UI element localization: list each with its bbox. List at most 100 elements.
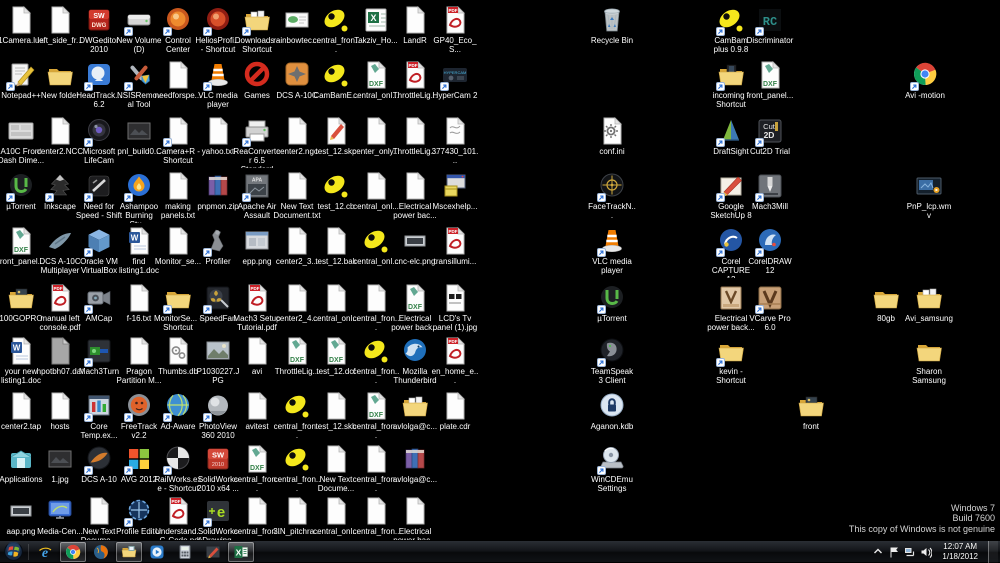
desktop-icon[interactable]: conf.ini bbox=[588, 117, 636, 157]
desktop-icon[interactable]: VCarve Pro 6.0 bbox=[746, 284, 794, 333]
desktop-icon[interactable]: Recycle Bin bbox=[588, 6, 636, 46]
doc-icon bbox=[163, 172, 193, 202]
corelcap-icon bbox=[716, 227, 746, 257]
railworks-icon bbox=[163, 445, 193, 475]
desktop-icon[interactable]: 80gb bbox=[862, 284, 910, 324]
desktop-icon-label: 80gb bbox=[877, 315, 895, 323]
show-desktop-button[interactable] bbox=[988, 540, 998, 563]
vlc-icon bbox=[203, 61, 233, 91]
desktop-icon[interactable]: PnP_lcp.wmv bbox=[905, 172, 953, 221]
shortcut-arrow-icon bbox=[84, 413, 93, 422]
taskbar-item-firefox[interactable] bbox=[88, 542, 114, 562]
desktop-icon[interactable]: VLC media player bbox=[588, 227, 636, 276]
desktop-icon[interactable]: Avi_samsung bbox=[905, 284, 953, 324]
desktop-icon[interactable]: 377430_101... bbox=[431, 117, 479, 166]
sketchup-icon bbox=[716, 172, 746, 202]
shortcut-arrow-icon bbox=[203, 305, 212, 314]
desktop-icon[interactable]: Mscexhelp... bbox=[431, 172, 479, 212]
desktop-icon[interactable]: PDF GP40_Eco_S... bbox=[431, 6, 479, 55]
svg-text:2D: 2D bbox=[764, 130, 775, 140]
dxf-icon: DXF bbox=[242, 445, 272, 475]
word-icon: W bbox=[124, 227, 154, 257]
drive-icon bbox=[124, 6, 154, 36]
desktop-icon[interactable]: front bbox=[787, 392, 835, 432]
desktop-icon[interactable]: Cut 2D Cut2D Trial bbox=[746, 117, 794, 157]
taskbar-item-calculator[interactable] bbox=[172, 542, 198, 562]
desktop-icon[interactable]: kevin - Shortcut bbox=[707, 337, 755, 386]
profedit-icon bbox=[124, 497, 154, 527]
doc-icon bbox=[361, 284, 391, 314]
imgsketch-icon bbox=[440, 117, 470, 147]
doc-icon bbox=[282, 497, 312, 527]
desktop-icon-label: Recycle Bin bbox=[590, 37, 634, 45]
desktop-icon[interactable]: Aganon.kdb bbox=[588, 392, 636, 432]
taskbar-item-media-player[interactable] bbox=[144, 542, 170, 562]
doc-icon bbox=[242, 497, 272, 527]
desktop-icon[interactable]: LCD's Tv panel (1).jpg bbox=[431, 284, 479, 333]
unpack-icon bbox=[440, 172, 470, 202]
desktop-icon-label: µTorrent bbox=[597, 315, 627, 323]
desktop-icon[interactable]: WinCDEmu Settings bbox=[588, 445, 636, 494]
photoview-icon bbox=[203, 392, 233, 422]
tray-show-hidden-icon[interactable] bbox=[871, 545, 884, 558]
windows7-desktop: { "desktop": { "background_color": "#000… bbox=[0, 0, 1000, 563]
desktop-icon[interactable]: RC Discriminator bbox=[746, 6, 794, 46]
doc-icon bbox=[242, 337, 272, 367]
shortcut-arrow-icon bbox=[716, 82, 725, 91]
dxf-icon: DXF bbox=[361, 392, 391, 422]
desktop-icon[interactable]: Sharon Samsung bbox=[905, 337, 953, 386]
desktop-icon[interactable]: µTorrent bbox=[588, 284, 636, 324]
dxf-icon: DXF bbox=[282, 337, 312, 367]
desktop-icon[interactable]: CorelDRAW 12 bbox=[746, 227, 794, 276]
shortcut-arrow-icon bbox=[597, 193, 606, 202]
shortcut-arrow-icon bbox=[242, 27, 251, 36]
desktop-icon[interactable]: FaceTrackN... bbox=[588, 172, 636, 221]
svg-text:DXF: DXF bbox=[14, 247, 29, 254]
tray-volume-icon[interactable] bbox=[919, 545, 933, 558]
imggrey-icon bbox=[242, 227, 272, 257]
coreldraw-icon bbox=[755, 227, 785, 257]
doc-icon bbox=[45, 6, 75, 36]
desktop-icon[interactable]: DXF front_panel... bbox=[746, 61, 794, 101]
folder-icon bbox=[716, 337, 746, 367]
desktop-icon[interactable]: HYPERCAM HyperCam 2 bbox=[431, 61, 479, 101]
desktop-icon[interactable]: Electrical power bac... bbox=[391, 497, 439, 546]
inkscape-icon bbox=[45, 172, 75, 202]
dcsround-icon bbox=[84, 445, 114, 475]
shortcut-arrow-icon bbox=[84, 138, 93, 147]
taskbar-item-sketchup[interactable] bbox=[200, 542, 226, 562]
taskbar-item-chrome[interactable] bbox=[60, 541, 86, 562]
desktop-icon[interactable]: plate.cdr bbox=[431, 392, 479, 432]
desktop-icon[interactable]: PDF transillumi... bbox=[431, 227, 479, 267]
shortcut-arrow-icon bbox=[203, 248, 212, 257]
svg-text:e: e bbox=[217, 504, 225, 521]
shortcut-arrow-icon bbox=[242, 138, 251, 147]
desktop-icon[interactable]: avlolga@c... bbox=[391, 445, 439, 485]
svg-text:W: W bbox=[131, 234, 139, 243]
svg-text:APA: APA bbox=[252, 178, 263, 184]
taskbar-item-excel[interactable]: X bbox=[228, 541, 254, 562]
pdf-icon: PDF bbox=[440, 6, 470, 36]
taskbar-clock[interactable]: 12:07 AM 1/18/2012 bbox=[936, 542, 984, 562]
vbox-icon bbox=[84, 227, 114, 257]
db-icon bbox=[163, 337, 193, 367]
doc-icon bbox=[361, 172, 391, 202]
doc-icon bbox=[361, 445, 391, 475]
desktop-icon[interactable]: Mach3Mill bbox=[746, 172, 794, 212]
orborange-icon bbox=[163, 6, 193, 36]
tray-action-center-icon[interactable] bbox=[887, 545, 900, 558]
desktop-icon[interactable]: TeamSpeak 3 Client bbox=[588, 337, 636, 386]
tray-network-icon[interactable] bbox=[903, 545, 916, 558]
desktop-icon[interactable]: PDF en_home_e... bbox=[431, 337, 479, 386]
taskbar-item-windows-explorer[interactable] bbox=[116, 541, 142, 562]
start-button[interactable] bbox=[0, 541, 26, 563]
taskbar-item-internet-explorer[interactable]: e bbox=[32, 542, 58, 562]
doc-icon bbox=[321, 284, 351, 314]
doc-icon bbox=[163, 117, 193, 147]
desktop-icon[interactable]: Avi -motion bbox=[901, 61, 949, 101]
desktop-icon-label: VCarve Pro 6.0 bbox=[749, 315, 791, 332]
cambam-icon bbox=[282, 392, 312, 422]
xls-icon: X bbox=[361, 6, 391, 36]
vcarvefile-icon bbox=[716, 284, 746, 314]
cambam-icon bbox=[361, 337, 391, 367]
